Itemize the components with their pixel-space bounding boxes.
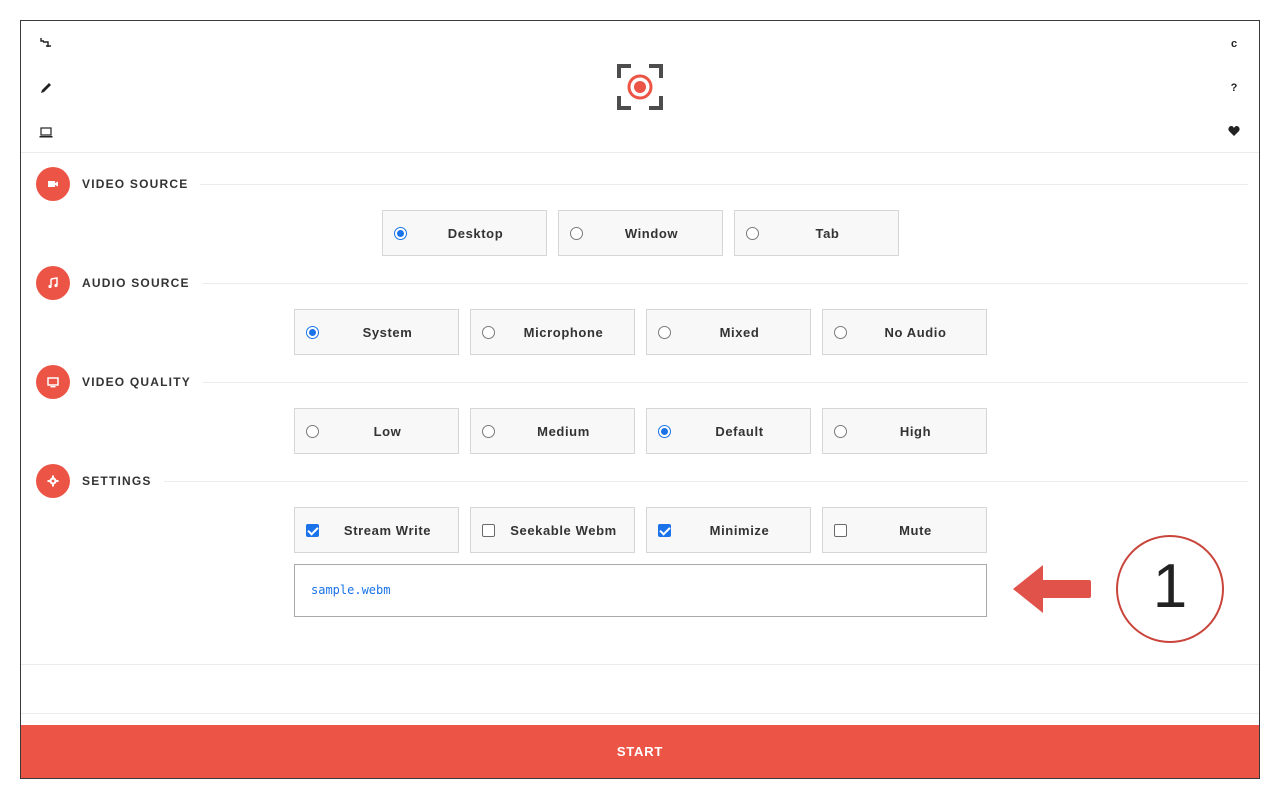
video-quality-medium[interactable]: Medium xyxy=(470,408,635,454)
music-note-icon xyxy=(36,266,70,300)
video-quality-default[interactable]: Default xyxy=(646,408,811,454)
option-label: Mute xyxy=(899,523,932,538)
section-rule xyxy=(82,283,1248,284)
video-quality-high[interactable]: High xyxy=(822,408,987,454)
section-title: AUDIO SOURCE xyxy=(82,276,202,290)
option-label: Seekable Webm xyxy=(510,523,617,538)
setting-mute[interactable]: Mute xyxy=(822,507,987,553)
filename-field[interactable]: sample.webm xyxy=(294,564,987,617)
setting-seekable-webm[interactable]: Seekable Webm xyxy=(470,507,635,553)
heart-icon[interactable] xyxy=(1227,124,1241,138)
help-icon[interactable]: ? xyxy=(1227,81,1241,95)
settings-header: SETTINGS xyxy=(36,464,1248,498)
option-label: System xyxy=(362,325,413,340)
audio-source-no-audio[interactable]: No Audio xyxy=(822,309,987,355)
option-label: Mixed xyxy=(719,325,760,340)
video-source-window[interactable]: Window xyxy=(558,210,723,256)
gear-icon xyxy=(36,464,70,498)
header-divider xyxy=(21,152,1259,153)
radio[interactable] xyxy=(834,425,847,438)
radio-selected[interactable] xyxy=(306,326,319,339)
video-quality-low[interactable]: Low xyxy=(294,408,459,454)
monitor-icon xyxy=(36,365,70,399)
option-label: Window xyxy=(624,226,679,241)
audio-source-system[interactable]: System xyxy=(294,309,459,355)
video-quality-header: VIDEO QUALITY xyxy=(36,365,1248,399)
option-label: Tab xyxy=(815,226,840,241)
section-rule xyxy=(82,382,1248,383)
option-label: No Audio xyxy=(884,325,947,340)
option-label: Stream Write xyxy=(343,523,432,538)
section-rule xyxy=(82,184,1248,185)
screen-record-logo xyxy=(617,64,663,110)
audio-source-microphone[interactable]: Microphone xyxy=(470,309,635,355)
radio[interactable] xyxy=(746,227,759,240)
checkbox-checked[interactable] xyxy=(306,524,319,537)
radio-selected[interactable] xyxy=(394,227,407,240)
start-button[interactable]: START xyxy=(21,725,1259,778)
crop-icon[interactable] xyxy=(39,37,53,51)
radio[interactable] xyxy=(570,227,583,240)
audio-source-mixed[interactable]: Mixed xyxy=(646,309,811,355)
section-title: VIDEO QUALITY xyxy=(82,375,203,389)
option-label: Default xyxy=(715,424,764,439)
radio[interactable] xyxy=(834,326,847,339)
checkbox-checked[interactable] xyxy=(658,524,671,537)
pencil-icon[interactable] xyxy=(39,81,53,95)
radio[interactable] xyxy=(306,425,319,438)
section-title: VIDEO SOURCE xyxy=(82,177,201,191)
settings-divider xyxy=(21,664,1259,665)
radio[interactable] xyxy=(658,326,671,339)
laptop-icon[interactable] xyxy=(39,125,53,139)
section-rule xyxy=(82,481,1248,482)
option-label: High xyxy=(899,424,932,439)
video-source-header: VIDEO SOURCE xyxy=(36,167,1248,201)
section-title: SETTINGS xyxy=(82,474,164,488)
setting-stream-write[interactable]: Stream Write xyxy=(294,507,459,553)
option-label: Desktop xyxy=(447,226,504,241)
checkbox[interactable] xyxy=(834,524,847,537)
audio-source-header: AUDIO SOURCE xyxy=(36,266,1248,300)
checkbox[interactable] xyxy=(482,524,495,537)
footer-divider xyxy=(21,713,1259,714)
radio[interactable] xyxy=(482,326,495,339)
annotation-arrow-icon xyxy=(1013,565,1091,613)
help-glyph: ? xyxy=(1230,82,1238,94)
video-camera-icon xyxy=(36,167,70,201)
refresh-glyph: c xyxy=(1230,38,1238,50)
video-source-desktop[interactable]: Desktop xyxy=(382,210,547,256)
setting-minimize[interactable]: Minimize xyxy=(646,507,811,553)
radio-selected[interactable] xyxy=(658,425,671,438)
annotation-number: 1 xyxy=(1116,535,1224,643)
radio[interactable] xyxy=(482,425,495,438)
option-label: Minimize xyxy=(709,523,770,538)
option-label: Medium xyxy=(537,424,590,439)
option-label: Low xyxy=(373,424,402,439)
video-source-tab[interactable]: Tab xyxy=(734,210,899,256)
recorder-panel: c ? VIDEO SOURCE Desktop Window Tab AUDI… xyxy=(20,20,1260,779)
option-label: Microphone xyxy=(523,325,604,340)
refresh-icon[interactable]: c xyxy=(1227,37,1241,51)
